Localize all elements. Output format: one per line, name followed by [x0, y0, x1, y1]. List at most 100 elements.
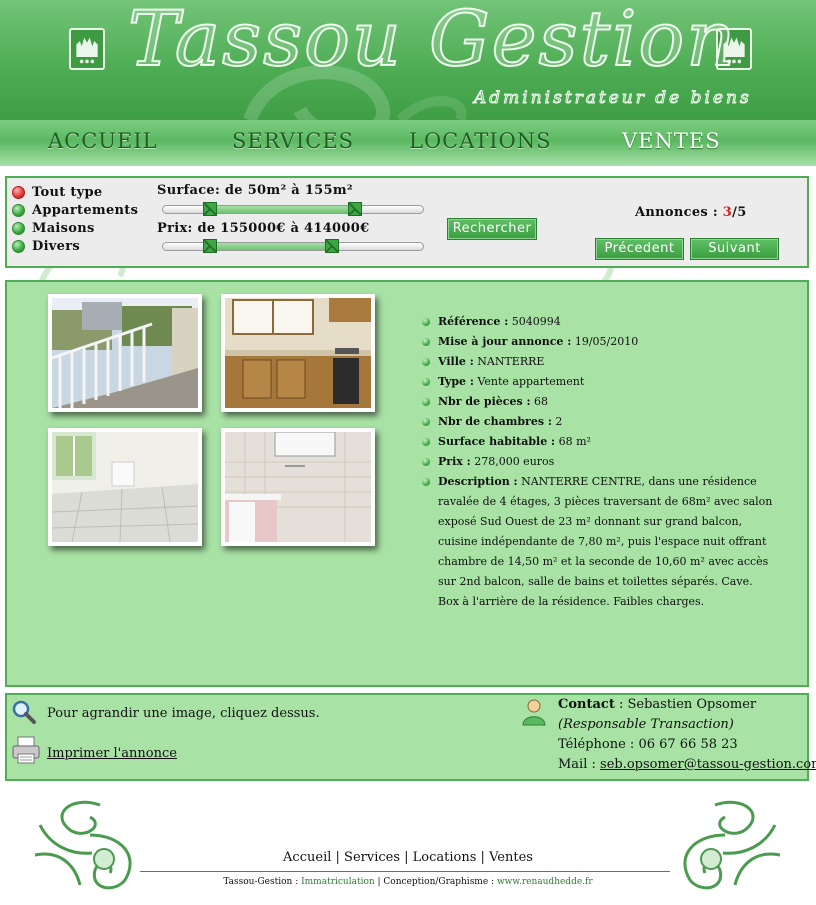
detail-value: 2 — [551, 415, 563, 428]
detail-key: Nbr de pièces : — [438, 395, 531, 408]
radio-selected-icon — [12, 185, 25, 199]
credit-middle: | Conception/Graphisme : — [374, 877, 497, 887]
previous-button[interactable]: Précedent — [595, 238, 684, 260]
type-option-appartements[interactable]: Appartements — [12, 201, 138, 219]
detail-reference: Référence : 5040994 — [421, 312, 773, 332]
listing-total: /5 — [732, 205, 747, 220]
footer-nav: Accueil | Services | Locations | Ventes — [0, 850, 816, 865]
site-header: Tassou Gestion Administrateur de biens — [0, 0, 816, 120]
logo-subtitle: Administrateur de biens — [474, 88, 752, 109]
listing-photo-kitchen[interactable] — [221, 294, 375, 412]
footer-link-accueil[interactable]: Accueil — [283, 850, 331, 865]
search-button[interactable]: Rechercher — [447, 218, 537, 240]
detail-type: Type : Vente appartement — [421, 372, 773, 392]
credit-link-designer[interactable]: www.renaudhedde.fr — [497, 877, 593, 887]
print-listing-link[interactable]: Imprimer l'annonce — [47, 746, 177, 761]
contact-label: Contact — [558, 697, 615, 712]
footer-link-ventes[interactable]: Ventes — [489, 850, 533, 865]
footer-separator: | — [476, 850, 490, 865]
footer-credits: Tassou-Gestion : Immatriculation | Conce… — [0, 877, 816, 887]
contact-phone: Téléphone : 06 67 66 58 23 — [558, 737, 738, 752]
price-slider[interactable] — [162, 239, 424, 253]
property-type-list: Tout type Appartements Maisons Divers — [12, 183, 138, 255]
price-max-handle[interactable] — [325, 239, 339, 253]
detail-price: Prix : 278,000 euros — [421, 452, 773, 472]
nav-locations[interactable]: LOCATIONS — [409, 129, 552, 153]
surface-min-handle[interactable] — [202, 202, 217, 216]
type-option-label: Tout type — [32, 184, 103, 200]
detail-value: NANTERRE CENTRE, dans une résidence rava… — [438, 475, 773, 608]
logo-title[interactable]: Tassou Gestion — [127, 0, 736, 84]
listing-counter: Annonces : 3/5 — [635, 205, 747, 220]
radio-dot-icon — [12, 203, 25, 217]
surface-slider-range — [209, 206, 356, 213]
detail-update-date: Mise à jour annonce : 19/05/2010 — [421, 332, 773, 352]
nav-services[interactable]: SERVICES — [232, 129, 354, 153]
nav-ventes[interactable]: VENTES — [622, 129, 721, 153]
detail-rooms: Nbr de pièces : 68 — [421, 392, 773, 412]
footer-link-locations[interactable]: Locations — [413, 850, 477, 865]
footer-divider — [140, 871, 670, 872]
surface-slider[interactable] — [162, 202, 424, 216]
detail-key: Surface habitable : — [438, 435, 556, 448]
printer-icon[interactable] — [11, 735, 41, 765]
price-min-handle[interactable] — [202, 239, 217, 253]
type-option-tout-type[interactable]: Tout type — [12, 183, 138, 201]
listing-photo-room[interactable] — [48, 428, 202, 546]
nav-accueil[interactable]: ACCUEIL — [48, 129, 158, 153]
contact-mail-label: Mail : — [558, 757, 601, 772]
contact-person-icon — [522, 699, 546, 726]
price-slider-range — [209, 243, 332, 250]
contact-name: : Sebastien Opsomer — [614, 697, 757, 712]
main-nav: ACCUEIL SERVICES LOCATIONS VENTES — [0, 120, 816, 166]
detail-value: NANTERRE — [473, 355, 545, 368]
credit-link-immatriculation[interactable]: Immatriculation — [301, 877, 375, 887]
detail-key: Description : — [438, 475, 518, 488]
type-option-maisons[interactable]: Maisons — [12, 219, 138, 237]
credit-prefix: Tassou-Gestion : — [223, 877, 302, 887]
detail-key: Référence : — [438, 315, 509, 328]
radio-dot-icon — [12, 239, 25, 253]
listing-current-index: 3 — [722, 205, 733, 220]
footer-separator: | — [400, 850, 413, 865]
detail-surface: Surface habitable : 68 m² — [421, 432, 773, 452]
detail-value: Vente appartement — [473, 375, 585, 388]
surface-max-handle[interactable] — [348, 202, 363, 216]
listing-photo-bathroom[interactable] — [221, 428, 375, 546]
contact-mail-link[interactable]: seb.opsomer@tassou-gestion.com — [600, 757, 816, 772]
detail-value: 278,000 euros — [470, 455, 555, 468]
listing-info-bar: Pour agrandir une image, cliquez dessus.… — [5, 693, 816, 781]
listing-photo-balcony[interactable] — [48, 294, 202, 412]
magnifier-icon — [12, 700, 36, 724]
contact-role: (Responsable Transaction) — [558, 717, 734, 732]
detail-key: Type : — [438, 375, 474, 388]
surface-range-label: Surface: de 50m² à 155m² — [157, 183, 353, 198]
detail-city: Ville : NANTERRE — [421, 352, 773, 372]
detail-value: 68 m² — [555, 435, 591, 448]
type-option-label: Divers — [32, 238, 81, 254]
type-option-label: Appartements — [32, 202, 139, 218]
search-filter-bar: Tout type Appartements Maisons Divers Su… — [5, 176, 809, 268]
contact-line: Contact : Sebastien Opsomer — [558, 697, 756, 712]
detail-key: Mise à jour annonce : — [438, 335, 572, 348]
detail-value: 19/05/2010 — [571, 335, 639, 348]
listing-counter-label: Annonces : — [635, 205, 718, 220]
detail-key: Ville : — [438, 355, 474, 368]
footer-separator: | — [331, 850, 345, 865]
crest-icon — [69, 28, 105, 70]
detail-bedrooms: Nbr de chambres : 2 — [421, 412, 773, 432]
radio-dot-icon — [12, 221, 25, 235]
detail-value: 68 — [530, 395, 549, 408]
next-button[interactable]: Suivant — [690, 238, 779, 260]
listing-details: Référence : 5040994 Mise à jour annonce … — [421, 312, 773, 612]
price-range-label: Prix: de 155000€ à 414000€ — [157, 221, 370, 236]
enlarge-hint: Pour agrandir une image, cliquez dessus. — [47, 706, 320, 721]
listing-panel: Référence : 5040994 Mise à jour annonce … — [5, 280, 809, 687]
detail-key: Prix : — [438, 455, 471, 468]
type-option-label: Maisons — [32, 220, 95, 236]
contact-mail-line: Mail : seb.opsomer@tassou-gestion.com — [558, 757, 816, 772]
footer-link-services[interactable]: Services — [344, 850, 400, 865]
detail-key: Nbr de chambres : — [438, 415, 552, 428]
type-option-divers[interactable]: Divers — [12, 237, 138, 255]
detail-value: 5040994 — [508, 315, 561, 328]
